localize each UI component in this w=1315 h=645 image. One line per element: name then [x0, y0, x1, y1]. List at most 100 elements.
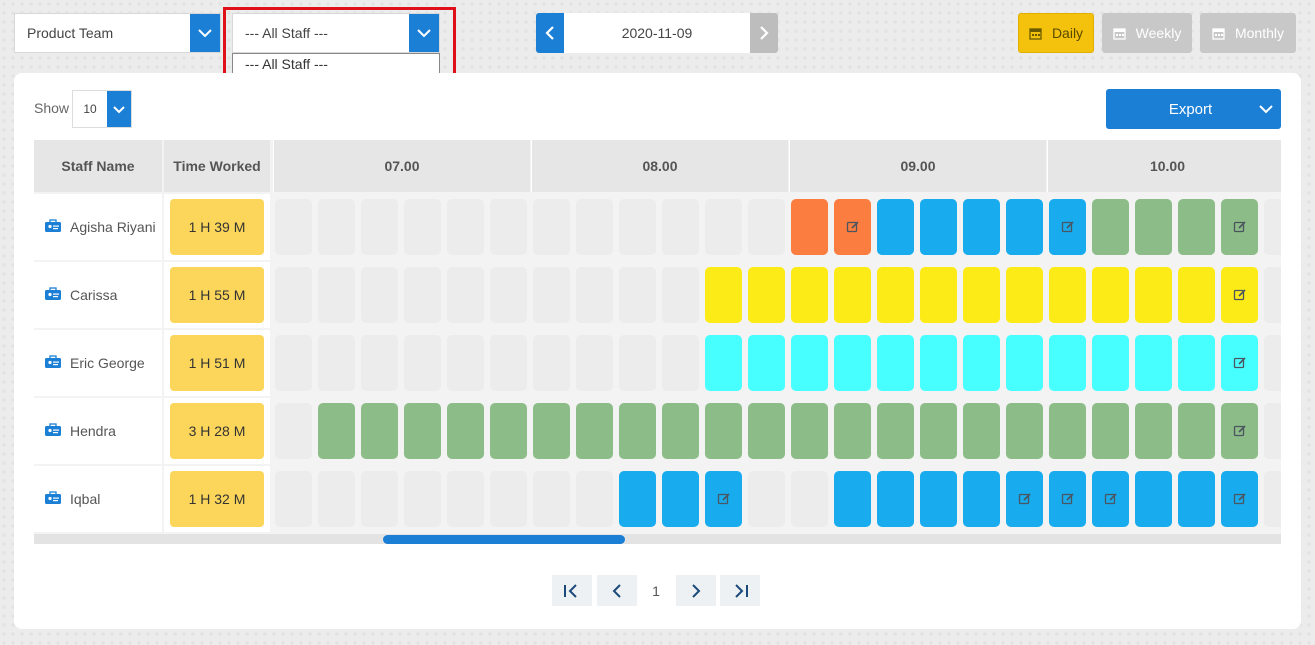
time-slot-activity[interactable] [748, 335, 785, 391]
time-slot-empty[interactable] [619, 199, 656, 255]
time-slot-empty[interactable] [748, 199, 785, 255]
edit-note-icon[interactable] [1061, 492, 1075, 506]
time-slot-activity[interactable] [963, 335, 1000, 391]
chevron-down-icon[interactable] [1251, 104, 1281, 114]
time-slot-activity[interactable] [662, 403, 699, 459]
staff-name[interactable]: Carissa [70, 287, 117, 303]
header-time-worked[interactable]: Time Worked [164, 140, 270, 192]
time-slot-activity[interactable] [963, 403, 1000, 459]
time-slot-empty[interactable] [490, 199, 527, 255]
time-slot-activity[interactable] [1135, 335, 1172, 391]
time-slot-activity[interactable] [791, 267, 828, 323]
previous-page-button[interactable] [597, 575, 637, 606]
time-slot-empty[interactable] [490, 267, 527, 323]
edit-note-icon[interactable] [717, 492, 731, 506]
time-slot-activity[interactable] [963, 267, 1000, 323]
time-slot-empty[interactable] [1264, 335, 1281, 391]
time-slot-empty[interactable] [318, 267, 355, 323]
time-slot-activity[interactable] [1092, 471, 1129, 527]
chevron-down-icon[interactable] [107, 91, 131, 127]
edit-note-icon[interactable] [1233, 424, 1247, 438]
staff-name[interactable]: Iqbal [70, 491, 100, 507]
next-page-button[interactable] [676, 575, 716, 606]
time-slot-activity[interactable] [1221, 471, 1258, 527]
time-slot-activity[interactable] [1221, 267, 1258, 323]
date-field[interactable]: 2020-11-09 [564, 13, 750, 53]
time-slot-activity[interactable] [662, 471, 699, 527]
time-slot-empty[interactable] [447, 471, 484, 527]
time-slot-activity[interactable] [1178, 335, 1215, 391]
time-slot-activity[interactable] [705, 335, 742, 391]
time-slot-activity[interactable] [1135, 199, 1172, 255]
time-slot-empty[interactable] [533, 267, 570, 323]
time-slot-activity[interactable] [705, 403, 742, 459]
time-slot-empty[interactable] [490, 335, 527, 391]
time-slot-activity[interactable] [490, 403, 527, 459]
time-slot-empty[interactable] [318, 471, 355, 527]
time-slot-empty[interactable] [275, 471, 312, 527]
time-slot-activity[interactable] [920, 335, 957, 391]
time-slot-activity[interactable] [748, 267, 785, 323]
time-slot-activity[interactable] [748, 403, 785, 459]
time-slot-empty[interactable] [361, 267, 398, 323]
staff-name[interactable]: Eric George [70, 355, 145, 371]
team-select[interactable]: Product Team [14, 13, 221, 53]
monthly-view-button[interactable]: Monthly [1200, 13, 1296, 53]
time-slot-activity[interactable] [791, 403, 828, 459]
time-slot-empty[interactable] [662, 335, 699, 391]
staff-name[interactable]: Agisha Riyani [70, 219, 156, 235]
edit-note-icon[interactable] [1233, 356, 1247, 370]
time-slot-empty[interactable] [1264, 267, 1281, 323]
time-slot-empty[interactable] [404, 267, 441, 323]
time-slot-activity[interactable] [318, 403, 355, 459]
time-slot-activity[interactable] [834, 471, 871, 527]
time-slot-empty[interactable] [619, 335, 656, 391]
time-slot-activity[interactable] [1135, 267, 1172, 323]
first-page-button[interactable] [552, 575, 592, 606]
export-button[interactable]: Export [1106, 89, 1281, 129]
time-slot-empty[interactable] [318, 199, 355, 255]
time-slot-empty[interactable] [576, 267, 613, 323]
time-slot-empty[interactable] [1264, 471, 1281, 527]
last-page-button[interactable] [720, 575, 760, 606]
time-slot-empty[interactable] [404, 335, 441, 391]
time-slot-activity[interactable] [1006, 199, 1043, 255]
chevron-down-icon[interactable] [190, 14, 220, 52]
time-slot-activity[interactable] [877, 403, 914, 459]
time-slot-activity[interactable] [576, 403, 613, 459]
time-slot-activity[interactable] [705, 471, 742, 527]
time-slot-empty[interactable] [447, 199, 484, 255]
time-slot-empty[interactable] [662, 267, 699, 323]
time-slot-activity[interactable] [877, 471, 914, 527]
time-slot-activity[interactable] [1135, 403, 1172, 459]
time-slot-activity[interactable] [834, 267, 871, 323]
time-slot-empty[interactable] [490, 471, 527, 527]
scrollbar-thumb[interactable] [383, 535, 625, 544]
time-slot-activity[interactable] [877, 199, 914, 255]
time-slot-empty[interactable] [533, 335, 570, 391]
time-slot-activity[interactable] [1049, 471, 1086, 527]
edit-note-icon[interactable] [1018, 492, 1032, 506]
time-slot-activity[interactable] [533, 403, 570, 459]
time-slot-activity[interactable] [1221, 403, 1258, 459]
time-slot-activity[interactable] [1006, 403, 1043, 459]
time-slot-activity[interactable] [1049, 267, 1086, 323]
daily-view-button[interactable]: Daily [1018, 13, 1094, 53]
time-slot-activity[interactable] [404, 403, 441, 459]
time-slot-activity[interactable] [1221, 199, 1258, 255]
time-slot-empty[interactable] [533, 199, 570, 255]
time-slot-activity[interactable] [1092, 403, 1129, 459]
previous-date-button[interactable] [536, 13, 564, 53]
time-slot-activity[interactable] [1092, 199, 1129, 255]
time-slot-empty[interactable] [318, 335, 355, 391]
time-slot-activity[interactable] [1092, 335, 1129, 391]
time-slot-activity[interactable] [1135, 471, 1172, 527]
time-slot-empty[interactable] [361, 471, 398, 527]
time-slot-activity[interactable] [1178, 403, 1215, 459]
time-slot-activity[interactable] [1049, 199, 1086, 255]
current-page[interactable]: 1 [641, 575, 671, 606]
edit-note-icon[interactable] [1233, 220, 1247, 234]
staff-name[interactable]: Hendra [70, 423, 116, 439]
edit-note-icon[interactable] [1233, 288, 1247, 302]
time-slot-activity[interactable] [877, 267, 914, 323]
